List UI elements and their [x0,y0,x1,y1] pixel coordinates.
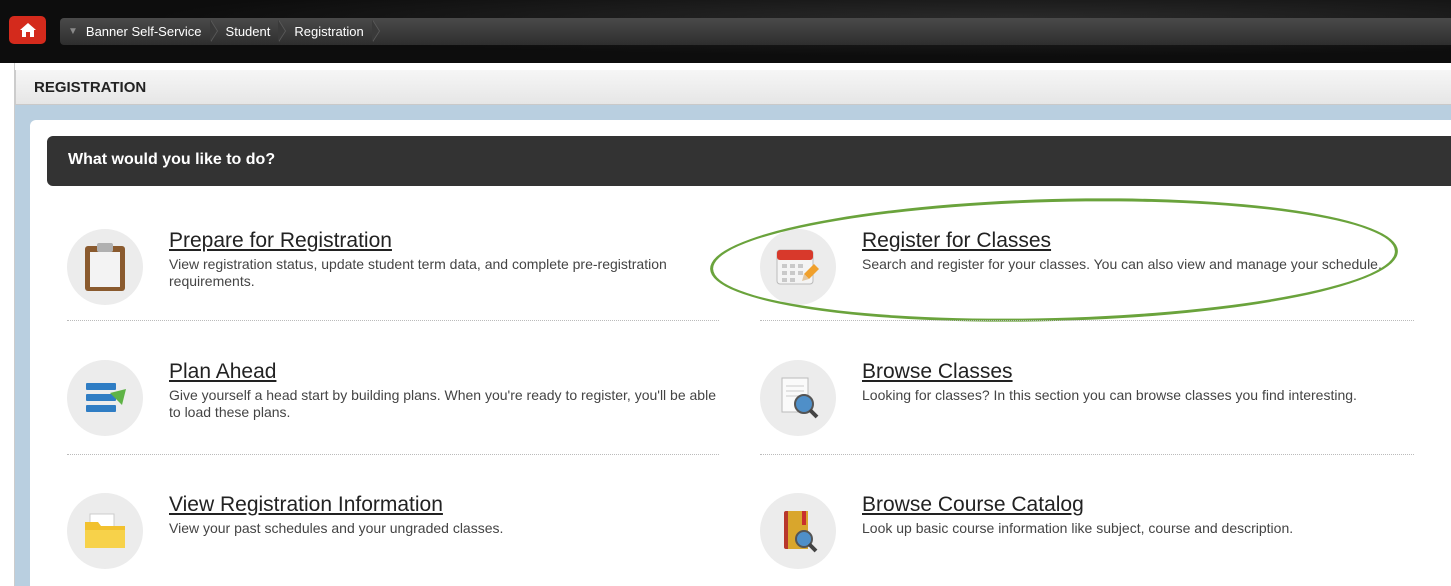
left-strip [0,63,15,586]
divider [760,320,1414,321]
browse-catalog-desc: Look up basic course information like su… [862,520,1294,536]
chevron-down-icon[interactable]: ▼ [68,26,78,37]
page-header: REGISTRATION [15,70,1451,105]
option-browse-catalog: Browse Course Catalog Look up basic cour… [760,493,1410,573]
divider [67,320,719,321]
book-magnifier-icon [760,493,836,569]
prepare-registration-link[interactable]: Prepare for Registration [169,229,392,253]
prompt-text: What would you like to do? [68,151,276,168]
browse-classes-link[interactable]: Browse Classes [862,360,1013,384]
divider [67,454,719,455]
list-arrow-icon [67,360,143,436]
top-navigation-bar: ▼ Banner Self-Service Student Registrati… [0,0,1451,63]
browse-classes-desc: Looking for classes? In this section you… [862,387,1357,403]
document-magnifier-icon [760,360,836,436]
divider [760,454,1414,455]
breadcrumb-item-student[interactable]: Student [226,18,287,45]
page-title: REGISTRATION [34,79,147,96]
prepare-registration-desc: View registration status, update student… [169,256,667,289]
home-icon [19,23,36,37]
folder-icon [67,493,143,569]
breadcrumb-item-registration[interactable]: Registration [294,18,381,45]
option-browse-classes: Browse Classes Looking for classes? In t… [760,360,1410,440]
clipboard-icon [67,229,143,305]
prompt-header: What would you like to do? [47,136,1451,186]
plan-ahead-desc: Give yourself a head start by building p… [169,387,716,420]
plan-ahead-link[interactable]: Plan Ahead [169,360,276,384]
view-registration-info-link[interactable]: View Registration Information [169,493,443,517]
option-view-registration-info: View Registration Information View your … [67,493,717,573]
breadcrumb: ▼ Banner Self-Service Student Registrati… [60,18,1451,45]
browse-catalog-link[interactable]: Browse Course Catalog [862,493,1084,517]
breadcrumb-item-banner[interactable]: Banner Self-Service [86,18,218,45]
option-plan-ahead: Plan Ahead Give yourself a head start by… [67,360,717,440]
option-prepare-registration: Prepare for Registration View registrati… [67,229,717,309]
view-registration-info-desc: View your past schedules and your ungrad… [169,520,504,536]
home-button[interactable] [9,16,46,44]
